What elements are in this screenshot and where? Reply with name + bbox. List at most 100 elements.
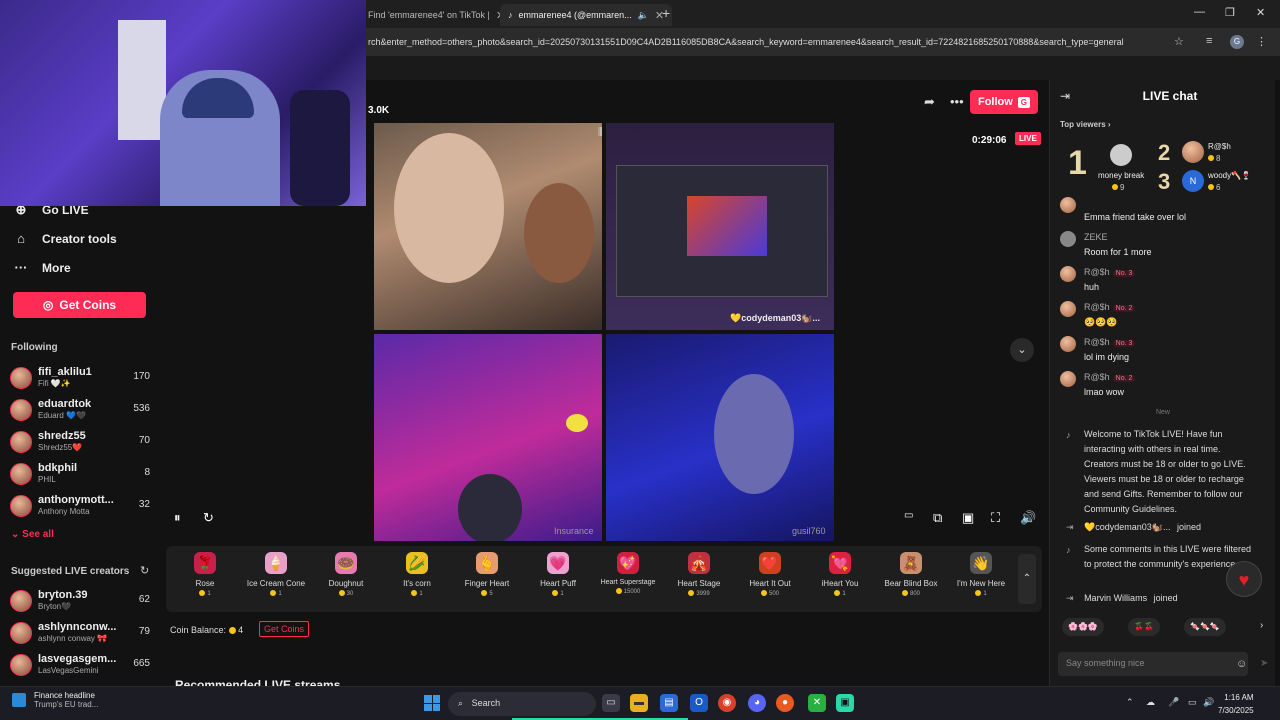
tray-app-icon[interactable]: ☁ xyxy=(1146,697,1155,708)
outlook-icon[interactable]: O xyxy=(690,694,708,712)
guest-video-1[interactable]: ⫼ xyxy=(374,123,602,330)
theater-mode-icon[interactable]: ▣ xyxy=(962,510,974,526)
new-tab-icon[interactable]: + xyxy=(662,5,670,21)
chevron-up-icon[interactable]: ⌃ xyxy=(1018,554,1036,604)
browser-menu-icon[interactable]: ⋮ xyxy=(1256,35,1267,48)
avatar[interactable]: N xyxy=(1182,170,1204,192)
follow-badge: G xyxy=(1017,96,1031,108)
refresh-icon[interactable]: ↻ xyxy=(203,510,214,526)
guest-video-4[interactable]: gusil760 xyxy=(606,334,834,541)
message-text: Emma friend take over lol xyxy=(1084,212,1187,222)
suggested-user[interactable]: ashlynnconw... ashlynn conway 🎀 79 xyxy=(10,620,150,648)
nav-creator-tools[interactable]: ⌂ Creator tools xyxy=(12,231,117,246)
volume-icon[interactable]: 🔊 xyxy=(1203,697,1214,708)
see-all-link[interactable]: ⌄ See all xyxy=(11,529,54,540)
emoji-icon[interactable]: ☺ xyxy=(1236,658,1247,670)
suggested-user[interactable]: lasvegasgem... LasVegasGemini 665 xyxy=(10,652,150,680)
message-text: lol im dying xyxy=(1084,352,1130,362)
avatar[interactable] xyxy=(1110,144,1132,166)
following-user[interactable]: anthonymott... Anthony Motta 32 xyxy=(10,493,150,521)
guest-video-3[interactable]: Insurance xyxy=(374,334,602,541)
suggested-user[interactable]: bryton.39 Bryton🖤 62 xyxy=(10,588,150,616)
browser-tab-active[interactable]: ♪ emmarenee4 (@emmaren... 🔈 ✕ xyxy=(500,4,673,26)
gift-item[interactable]: ❤️ Heart It Out 500 xyxy=(735,552,805,597)
app-icon[interactable]: ▣ xyxy=(836,694,854,712)
gift-item[interactable]: 🍩 Doughnut 30 xyxy=(311,552,381,597)
taskbar-search[interactable]: ⌕ Search xyxy=(448,692,596,716)
following-user[interactable]: fifi_aklilu1 Fifi 🤍✨ 170 xyxy=(10,365,150,393)
gift-tray: 🌹 Rose 1 🍦 Ice Cream Cone 1 🍩 Doughnut 3… xyxy=(166,546,1042,612)
top-viewers-label: Top viewers xyxy=(1060,120,1106,129)
windows-start-icon[interactable] xyxy=(424,695,440,711)
viewer-count: 32 xyxy=(138,499,150,510)
gift-item[interactable]: 🫰 Finger Heart 5 xyxy=(452,552,522,597)
gift-item[interactable]: 💖 Heart Superstage 15000 xyxy=(593,552,663,595)
file-explorer-icon[interactable]: ▬ xyxy=(630,694,648,712)
gift-item[interactable]: 🌽 It's corn 1 xyxy=(382,552,452,597)
share-icon[interactable]: ➦ xyxy=(924,94,935,110)
following-user[interactable]: shredz55 Shredz55❤️ 70 xyxy=(10,429,150,457)
avatar[interactable] xyxy=(1182,141,1204,163)
volume-icon[interactable]: 🔊 xyxy=(1020,510,1036,526)
gift-price: 800 xyxy=(876,590,946,597)
gift-item[interactable]: 💗 Heart Puff 1 xyxy=(523,552,593,597)
chrome-icon[interactable]: ◉ xyxy=(718,694,736,712)
more-options-icon[interactable]: ••• xyxy=(950,94,964,109)
extensions-icon[interactable]: ≡ xyxy=(1206,35,1212,47)
following-user[interactable]: eduardtok Eduard 💙🖤 536 xyxy=(10,397,150,425)
heart-it-out-icon: ❤️ xyxy=(759,552,781,574)
minimize-icon[interactable]: — xyxy=(1194,6,1205,18)
user-nickname: Fifi 🤍✨ xyxy=(38,379,71,388)
maximize-icon[interactable]: ❐ xyxy=(1225,6,1235,19)
gift-item[interactable]: 🎪 Heart Stage 3999 xyxy=(664,552,734,597)
gift-item[interactable]: 👋 I'm New Here 1 xyxy=(946,552,1016,597)
follow-button[interactable]: Follow G xyxy=(970,90,1038,114)
viewer-count: 8 xyxy=(144,467,150,478)
xbox-icon[interactable]: ✕ xyxy=(808,694,826,712)
refresh-icon[interactable]: ↻ xyxy=(140,564,149,577)
multi-guest-grid[interactable]: ⫼ 💛codydeman03🐿️... Insurance gusil760 xyxy=(374,123,834,543)
profile-avatar[interactable]: G xyxy=(1230,35,1244,49)
guest-video-2[interactable]: 💛codydeman03🐿️... xyxy=(606,123,834,330)
url-field[interactable]: rch&enter_method=others_photo&search_id=… xyxy=(368,37,1124,47)
gift-name: Finger Heart xyxy=(464,579,510,588)
browser-tab[interactable]: Find 'emmarenee4' on TikTok | ✕ xyxy=(360,4,513,26)
gift-item[interactable]: 🧸 Bear Blind Box 800 xyxy=(876,552,946,597)
get-coins-button[interactable]: ◎ Get Coins xyxy=(13,292,146,318)
emote-chip[interactable]: 🍒🍒 xyxy=(1128,618,1160,636)
gift-item[interactable]: 🌹 Rose 1 xyxy=(170,552,240,597)
task-view-icon[interactable]: ▭ xyxy=(602,694,620,712)
chevron-right-icon[interactable]: › xyxy=(1260,620,1263,631)
tray-chevron-up-icon[interactable]: ⌃ xyxy=(1126,697,1134,708)
chat-input[interactable]: Say something nice xyxy=(1058,652,1248,676)
auto-quality-icon[interactable]: ▭ xyxy=(904,510,913,521)
bookmark-star-icon[interactable]: ☆ xyxy=(1174,35,1184,48)
emote-chip[interactable]: 🌸🌸🌸 xyxy=(1062,618,1104,636)
heart-like-button[interactable]: ♥ xyxy=(1226,561,1262,597)
network-icon[interactable]: ▭ xyxy=(1188,697,1197,708)
microphone-icon[interactable]: 🎤 xyxy=(1168,697,1179,708)
close-window-icon[interactable]: ✕ xyxy=(1256,6,1265,19)
app-icon[interactable]: ● xyxy=(776,694,794,712)
discord-icon[interactable]: ◕ xyxy=(748,694,766,712)
send-icon[interactable]: ➤ xyxy=(1260,658,1268,669)
live-chat-panel: ⇥ LIVE chat Top viewers › 1 money break … xyxy=(1049,80,1275,686)
gift-item[interactable]: 💘 iHeart You 1 xyxy=(805,552,875,597)
get-coins-small-button[interactable]: Get Coins xyxy=(259,621,310,637)
gift-item[interactable]: 🍦 Ice Cream Cone 1 xyxy=(241,552,311,597)
tiktok-icon: ♪ xyxy=(1066,430,1071,440)
store-icon[interactable]: ▤ xyxy=(660,694,678,712)
picture-in-picture-icon[interactable]: ⧉ xyxy=(933,510,942,526)
chevron-down-icon[interactable]: ⌄ xyxy=(1010,338,1034,362)
speaker-icon[interactable]: 🔈 xyxy=(638,10,649,21)
system-clock[interactable]: 1:16 AM 7/30/2025 xyxy=(1218,691,1254,717)
message-author: R@$h xyxy=(1084,372,1110,382)
nav-more[interactable]: ··· More xyxy=(12,260,71,275)
ice-cream-icon: 🍦 xyxy=(265,552,287,574)
pause-icon[interactable]: ⏸ xyxy=(174,510,181,526)
top-viewers-link[interactable]: Top viewers › xyxy=(1060,120,1111,129)
following-user[interactable]: bdkphil PHIL 8 xyxy=(10,461,150,489)
fullscreen-icon[interactable]: ⛶ xyxy=(991,510,1000,526)
news-widget[interactable]: Finance headline Trump's EU trad... xyxy=(12,691,98,709)
emote-chip[interactable]: 🍬🍬🍬 xyxy=(1184,618,1226,636)
